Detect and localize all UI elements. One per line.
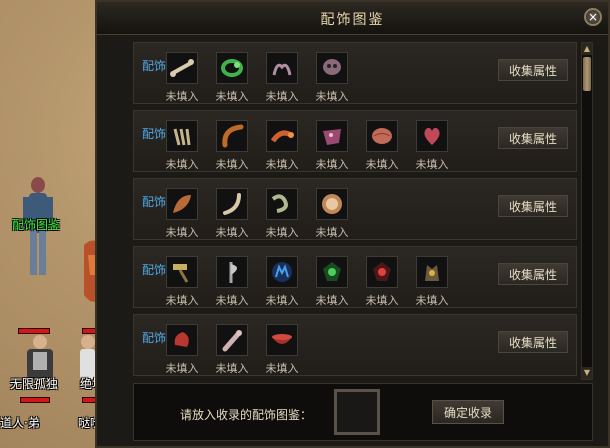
blue-rune-icon: [267, 257, 297, 287]
accessory-slot[interactable]: [266, 52, 298, 84]
scroll-up-icon[interactable]: ▲: [582, 43, 592, 55]
accessory-slot[interactable]: [316, 52, 348, 84]
tusk-icon: [217, 189, 247, 219]
title-bar[interactable]: 配饰图鉴 ×: [97, 2, 608, 35]
accessory-slot[interactable]: [216, 52, 248, 84]
axe-icon: [217, 257, 247, 287]
hammer-icon: [167, 257, 197, 287]
heart-icon: [417, 121, 447, 151]
slot-status: 未填入: [265, 362, 299, 375]
set-list: 配饰1套 未填入 未填入 未填入 未填入 收集属性 配饰2套 未填入 未填入 未填入 未填入 未填入未…: [133, 42, 579, 377]
accessory-slot[interactable]: [266, 256, 298, 288]
collect-attributes-button[interactable]: 收集属性: [498, 127, 568, 149]
accessory-slot[interactable]: [166, 120, 198, 152]
close-button[interactable]: ×: [584, 8, 602, 26]
submit-label: 请放入收录的配饰图鉴：: [180, 408, 313, 422]
npc-label[interactable]: 配饰图鉴: [12, 216, 60, 233]
accessory-slot[interactable]: [166, 256, 198, 288]
leaf-icon: [167, 189, 197, 219]
accessory-slot[interactable]: [316, 188, 348, 220]
bone-club-icon: [217, 325, 247, 355]
red-rune-icon: [367, 257, 397, 287]
accessory-slot[interactable]: [216, 188, 248, 220]
green-rune-icon: [317, 257, 347, 287]
accessory-slot[interactable]: [166, 52, 198, 84]
set-row-1: 配饰1套 未填入 未填入 未填入 未填入 收集属性: [133, 42, 577, 104]
collect-attributes-button[interactable]: 收集属性: [498, 59, 568, 81]
slot-status: 未填入: [315, 158, 349, 171]
slot-status: 未填入: [165, 90, 199, 103]
red-stone-icon: [167, 325, 197, 355]
collect-attributes-button[interactable]: 收集属性: [498, 331, 568, 353]
hp-bar: [20, 397, 50, 403]
accessory-slot[interactable]: [316, 256, 348, 288]
slot-status: 未填入: [265, 294, 299, 307]
window-title: 配饰图鉴: [320, 12, 385, 28]
slot-status: 未填入: [165, 226, 199, 239]
scroll-thumb[interactable]: [583, 57, 591, 91]
red-bowl-icon: [267, 325, 297, 355]
accessory-slot[interactable]: [266, 324, 298, 356]
confirm-collect-button[interactable]: 确定收录: [432, 400, 504, 424]
accessory-slot[interactable]: [366, 256, 398, 288]
accessory-slot[interactable]: [216, 324, 248, 356]
slot-status: 未填入: [165, 362, 199, 375]
medallion-icon: [317, 189, 347, 219]
catalog-drop-slot[interactable]: [334, 389, 380, 435]
accessory-slot[interactable]: [416, 120, 448, 152]
accessory-slot[interactable]: [316, 120, 348, 152]
dark-idol-icon: [417, 257, 447, 287]
slot-status: 未填入: [415, 294, 449, 307]
scrollbar[interactable]: ▲ ▼: [581, 42, 593, 380]
slot-status: 未填入: [215, 294, 249, 307]
bone-icon: [167, 53, 197, 83]
accessory-slot[interactable]: [216, 120, 248, 152]
collect-attributes-button[interactable]: 收集属性: [498, 195, 568, 217]
slot-status: 未填入: [265, 158, 299, 171]
slot-status: 未填入: [215, 226, 249, 239]
slot-status: 未填入: [215, 362, 249, 375]
slot-status: 未填入: [265, 226, 299, 239]
scorpion-icon: [267, 121, 297, 151]
green-ring-icon: [217, 53, 247, 83]
beast-head-icon: [317, 121, 347, 151]
slot-status: 未填入: [365, 158, 399, 171]
accessory-slot[interactable]: [166, 188, 198, 220]
collect-attributes-button[interactable]: 收集属性: [498, 263, 568, 285]
claw-icon: [267, 53, 297, 83]
horn-icon: [217, 121, 247, 151]
serpent-icon: [267, 189, 297, 219]
slot-status: 未填入: [265, 90, 299, 103]
slot-status: 未填入: [365, 294, 399, 307]
accessory-slot[interactable]: [266, 120, 298, 152]
slot-status: 未填入: [315, 294, 349, 307]
brain-icon: [367, 121, 397, 151]
accessory-slot[interactable]: [266, 188, 298, 220]
slot-status: 未填入: [415, 158, 449, 171]
slot-status: 未填入: [165, 158, 199, 171]
set-row-4: 配饰4套 未填入 未填入 未填入 未填入 未填入 未填入 收集属性: [133, 246, 577, 308]
fang-icon: [167, 121, 197, 151]
set-row-3: 配饰3套 未填入 未填入 未填入 未填入 收集属性: [133, 178, 577, 240]
player-name: 道人·弟: [0, 416, 40, 430]
slot-status: 未填入: [315, 226, 349, 239]
accessory-slot[interactable]: [366, 120, 398, 152]
accessory-catalog-window: 配饰图鉴 × 配饰1套 未填入 未填入 未填入 未填入 收集属性 配饰2套 未填入 未填入 未填入…: [95, 0, 610, 448]
submit-panel: 请放入收录的配饰图鉴： 确定收录: [133, 383, 593, 441]
accessory-slot[interactable]: [416, 256, 448, 288]
slot-status: 未填入: [165, 294, 199, 307]
accessory-slot[interactable]: [216, 256, 248, 288]
player-name: 无限孤独: [10, 377, 59, 391]
slot-status: 未填入: [215, 90, 249, 103]
skull-icon: [317, 53, 347, 83]
slot-status: 未填入: [215, 158, 249, 171]
slot-status: 未填入: [315, 90, 349, 103]
accessory-slot[interactable]: [166, 324, 198, 356]
set-row-5: 配饰5套 未填入 未填入 未填入 收集属性: [133, 314, 577, 376]
scroll-down-icon[interactable]: ▼: [582, 367, 592, 379]
set-row-2: 配饰2套 未填入 未填入 未填入 未填入 未填入 未填入 收集属性: [133, 110, 577, 172]
